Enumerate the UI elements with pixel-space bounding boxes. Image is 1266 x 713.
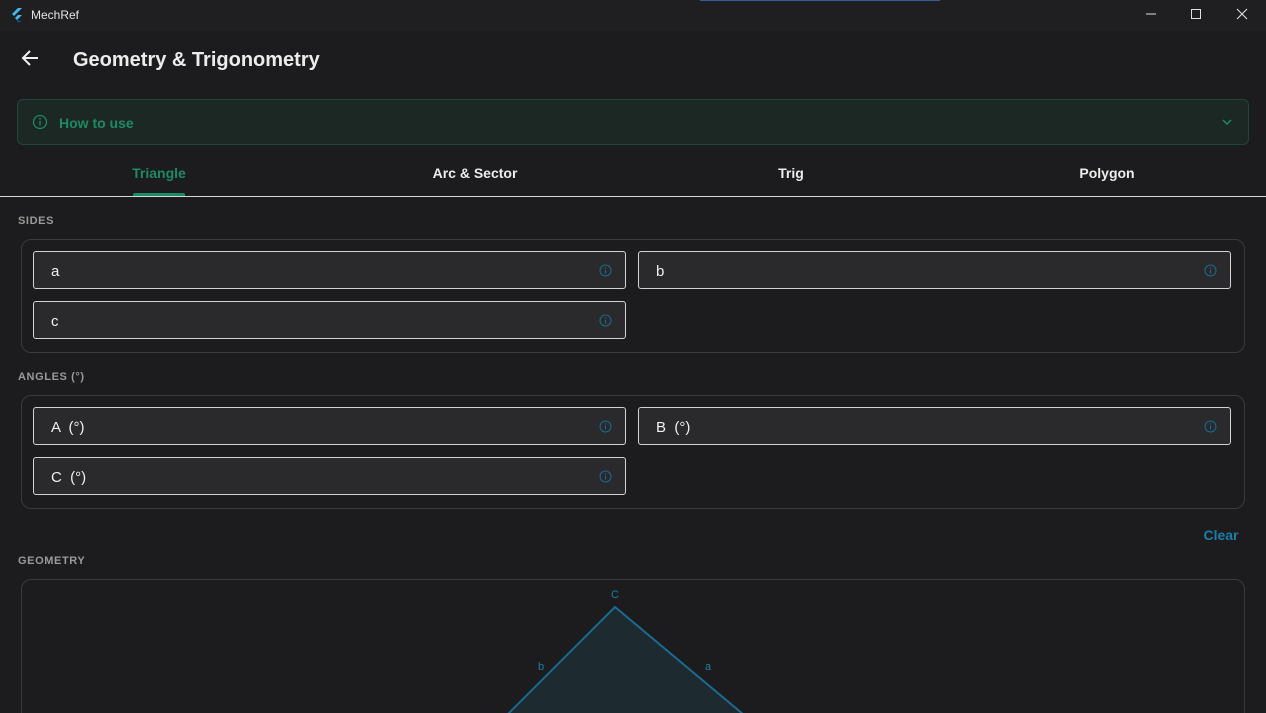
geometry-heading: GEOMETRY <box>18 555 86 567</box>
close-icon <box>1236 7 1248 25</box>
angle-a-label: A (°) <box>51 419 85 436</box>
clear-button[interactable]: Clear <box>1198 524 1244 546</box>
side-label-b: b <box>538 661 544 673</box>
title-bar[interactable]: MechRef <box>0 0 1266 31</box>
side-b-field[interactable]: b <box>638 251 1231 289</box>
side-a-field[interactable]: a <box>33 251 626 289</box>
maximize-icon <box>1190 7 1202 25</box>
side-b-label: b <box>656 263 665 280</box>
info-icon <box>32 114 48 130</box>
how-to-use-expander[interactable]: How to use <box>17 99 1249 145</box>
side-c-field[interactable]: c <box>33 301 626 339</box>
triangle-shape <box>507 605 744 713</box>
side-a-label: a <box>51 263 60 280</box>
how-to-use-label: How to use <box>59 115 134 131</box>
geometry-panel: C b a <box>21 579 1245 713</box>
back-button[interactable] <box>14 44 46 76</box>
tab-arc-sector[interactable]: Arc & Sector <box>317 152 633 196</box>
title-bar-accent <box>700 0 940 1</box>
minimize-icon <box>1145 7 1157 25</box>
angles-group: A (°) B (°) C (°) <box>21 395 1245 509</box>
angle-c-label: C (°) <box>51 469 87 486</box>
sides-heading: SIDES <box>18 215 55 227</box>
triangle-diagram: C b a <box>507 589 744 713</box>
vertex-label-c: C <box>611 589 619 601</box>
arrow-left-icon <box>21 49 39 71</box>
minimize-button[interactable] <box>1128 0 1174 31</box>
info-icon[interactable] <box>1204 420 1217 433</box>
angle-a-field[interactable]: A (°) <box>33 407 626 445</box>
tab-trig[interactable]: Trig <box>633 152 949 196</box>
side-c-label: c <box>51 313 59 330</box>
app-window: MechRef Geometry & Trigonometry How to u… <box>0 0 1266 713</box>
active-tab-indicator <box>133 193 185 196</box>
info-icon[interactable] <box>599 470 612 483</box>
info-icon[interactable] <box>599 420 612 433</box>
angle-c-field[interactable]: C (°) <box>33 457 626 495</box>
angles-heading: ANGLES (°) <box>18 371 85 383</box>
info-icon[interactable] <box>599 264 612 277</box>
tab-triangle[interactable]: Triangle <box>1 152 317 196</box>
info-icon[interactable] <box>1204 264 1217 277</box>
close-window-button[interactable] <box>1219 0 1265 31</box>
angle-b-field[interactable]: B (°) <box>638 407 1231 445</box>
tab-polygon[interactable]: Polygon <box>949 152 1265 196</box>
flutter-logo-icon <box>9 7 25 23</box>
page-title: Geometry & Trigonometry <box>73 49 320 71</box>
chevron-down-icon <box>1220 115 1234 129</box>
window-title: MechRef <box>31 8 80 22</box>
maximize-button[interactable] <box>1173 0 1219 31</box>
info-icon[interactable] <box>599 314 612 327</box>
sides-group: a b c <box>21 239 1245 353</box>
side-label-a: a <box>705 661 712 673</box>
tab-bar: Triangle Arc & Sector Trig Polygon <box>0 152 1266 197</box>
angle-b-label: B (°) <box>656 419 691 436</box>
